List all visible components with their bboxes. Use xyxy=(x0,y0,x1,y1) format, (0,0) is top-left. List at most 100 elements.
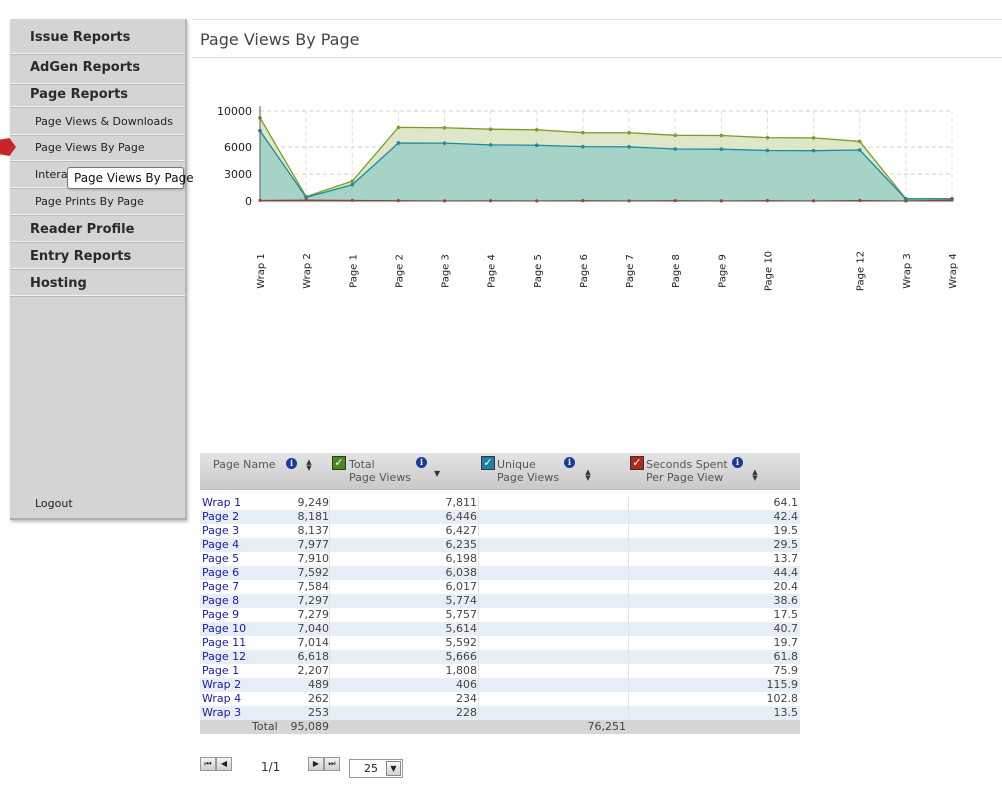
nav-issue-reports[interactable]: Issue Reports xyxy=(10,30,185,55)
page-name-link[interactable]: Page 5 xyxy=(202,552,239,566)
page-name-link[interactable]: Page 8 xyxy=(202,594,239,608)
sort-icon[interactable]: ▲ ▼ xyxy=(584,469,592,482)
total-page-views-cell: 7,297 xyxy=(297,594,330,607)
total-page-views-cell: 8,137 xyxy=(297,524,330,537)
unique-checkbox-icon[interactable]: ✓ xyxy=(481,456,495,470)
seconds-per-view-cell: 19.7 xyxy=(773,636,799,649)
page-name-link[interactable]: Page 7 xyxy=(202,580,239,594)
col-seconds-per-view[interactable]: Seconds Spent Per Page View xyxy=(646,458,728,484)
page-name-link[interactable]: Wrap 3 xyxy=(202,706,241,720)
table-row: Page 3 8,137 6,427 19.5 xyxy=(200,524,800,538)
nav-label: Page Views By Page xyxy=(35,141,145,154)
info-icon[interactable]: i xyxy=(564,457,575,468)
unique-page-views-cell: 5,592 xyxy=(445,636,478,649)
col-label-line1: Seconds Spent xyxy=(646,458,728,471)
seconds-per-view-cell: 29.5 xyxy=(773,538,799,551)
data-point xyxy=(535,128,539,132)
x-tick-label: Page 2 xyxy=(394,254,405,288)
data-point xyxy=(719,147,724,151)
page-name-link[interactable]: Page 10 xyxy=(202,622,246,636)
data-point xyxy=(627,130,631,135)
seconds-per-view-cell: 13.7 xyxy=(773,552,799,565)
seconds-checkbox-icon[interactable]: ✓ xyxy=(630,456,644,470)
total-checkbox-icon[interactable]: ✓ xyxy=(332,456,346,470)
total-page-views-cell: 262 xyxy=(308,692,329,705)
data-point xyxy=(857,139,862,144)
nav-label: Page Reports xyxy=(30,87,129,102)
col-total-page-views[interactable]: Total Page Views xyxy=(349,458,411,484)
table-row: Page 11 7,014 5,592 19.7 xyxy=(200,636,800,650)
page-name-link[interactable]: Page 4 xyxy=(202,538,239,552)
col-page-name[interactable]: Page Name xyxy=(213,458,276,471)
column-divider xyxy=(478,496,479,734)
table-row: Page 12 6,618 5,666 61.8 xyxy=(200,650,800,664)
info-icon[interactable]: i xyxy=(416,457,427,468)
page-size-select[interactable]: 25 ▼ xyxy=(349,759,403,778)
page-name-link[interactable]: Page 6 xyxy=(202,566,239,580)
sort-icon[interactable]: ▲ ▼ xyxy=(751,469,759,482)
dropdown-arrow-icon[interactable]: ▼ xyxy=(386,761,401,776)
x-tick-label: Wrap 2 xyxy=(302,253,313,289)
sort-icon[interactable]: ▲ ▼ xyxy=(305,459,313,472)
last-page-button[interactable]: ⏭ xyxy=(324,757,340,771)
col-label-line2: Per Page View xyxy=(646,471,724,484)
column-divider xyxy=(628,496,629,734)
data-point xyxy=(581,130,585,135)
page-name-link[interactable]: Page 9 xyxy=(202,608,239,622)
data-point xyxy=(811,148,816,153)
unique-page-views-cell: 5,757 xyxy=(445,608,478,621)
page-name-link[interactable]: Wrap 2 xyxy=(202,678,241,692)
data-point xyxy=(535,143,539,148)
nav-page-reports[interactable]: Page Reports xyxy=(10,87,185,108)
nav-page-views-downloads[interactable]: Page Views & Downloads xyxy=(10,115,185,136)
page-name-link[interactable]: Page 11 xyxy=(202,636,246,650)
nav-reader-profile[interactable]: Reader Profile xyxy=(10,222,185,243)
table-row: Wrap 3 253 228 13.5 xyxy=(200,706,800,720)
nav-hosting[interactable]: Hosting xyxy=(10,276,185,297)
unique-page-views-cell: 6,235 xyxy=(445,538,478,551)
data-point xyxy=(488,143,493,147)
nav-page-prints-by-page[interactable]: Page Prints By Page xyxy=(10,195,185,216)
x-tick-label: Page 12 xyxy=(856,251,867,291)
total-page-views-cell: 7,592 xyxy=(297,566,330,579)
total-page-views-cell: 7,279 xyxy=(297,608,330,621)
page-name-link[interactable]: Wrap 4 xyxy=(202,692,241,706)
nav-label: Page Views & Downloads xyxy=(35,115,173,128)
col-unique-page-views[interactable]: Unique Page Views xyxy=(497,458,559,484)
info-icon[interactable]: i xyxy=(732,457,743,468)
page-name-link[interactable]: Page 12 xyxy=(202,650,246,664)
table-row: Page 10 7,040 5,614 40.7 xyxy=(200,622,800,636)
nav-entry-reports[interactable]: Entry Reports xyxy=(10,249,185,270)
total-unique-views: 76,251 xyxy=(587,720,627,733)
nav-adgen-reports[interactable]: AdGen Reports xyxy=(10,60,185,85)
data-point xyxy=(350,179,355,183)
data-point xyxy=(719,133,724,138)
first-page-button[interactable]: ⏮ xyxy=(200,757,216,771)
seconds-per-view-cell: 40.7 xyxy=(773,622,799,635)
sort-desc-icon[interactable]: ▼ xyxy=(434,469,440,478)
table-header: Page Name i ▲ ▼ ✓ Total Page Views i ▼ ✓ U… xyxy=(200,453,800,490)
x-tick-label: Wrap 1 xyxy=(256,253,267,289)
page-name-link[interactable]: Page 2 xyxy=(202,510,239,524)
unique-page-views-cell: 6,427 xyxy=(445,524,478,537)
total-page-views-cell: 2,207 xyxy=(297,664,330,677)
data-point xyxy=(488,127,493,132)
unique-page-views-cell: 6,198 xyxy=(445,552,478,565)
page-name-link[interactable]: Page 3 xyxy=(202,524,239,538)
nav-label: Page Prints By Page xyxy=(35,195,144,208)
x-tick-label: Page 9 xyxy=(717,254,728,288)
page-name-link[interactable]: Wrap 1 xyxy=(202,496,241,510)
seconds-per-view-cell: 19.5 xyxy=(773,524,799,537)
logout-link[interactable]: Logout xyxy=(35,497,73,510)
unique-page-views-cell: 6,446 xyxy=(445,510,478,523)
data-point xyxy=(350,182,355,187)
info-icon[interactable]: i xyxy=(286,458,297,469)
next-page-button[interactable]: ▶ xyxy=(308,757,324,771)
table-row: Page 4 7,977 6,235 29.5 xyxy=(200,538,800,552)
page-size-value: 25 xyxy=(364,762,378,775)
page-name-link[interactable]: Page 1 xyxy=(202,664,239,678)
data-point xyxy=(811,136,816,140)
col-label-line2: Page Views xyxy=(349,471,411,484)
prev-page-button[interactable]: ◀ xyxy=(216,757,232,771)
nav-page-views-by-page[interactable]: Page Views By Page xyxy=(10,141,185,162)
